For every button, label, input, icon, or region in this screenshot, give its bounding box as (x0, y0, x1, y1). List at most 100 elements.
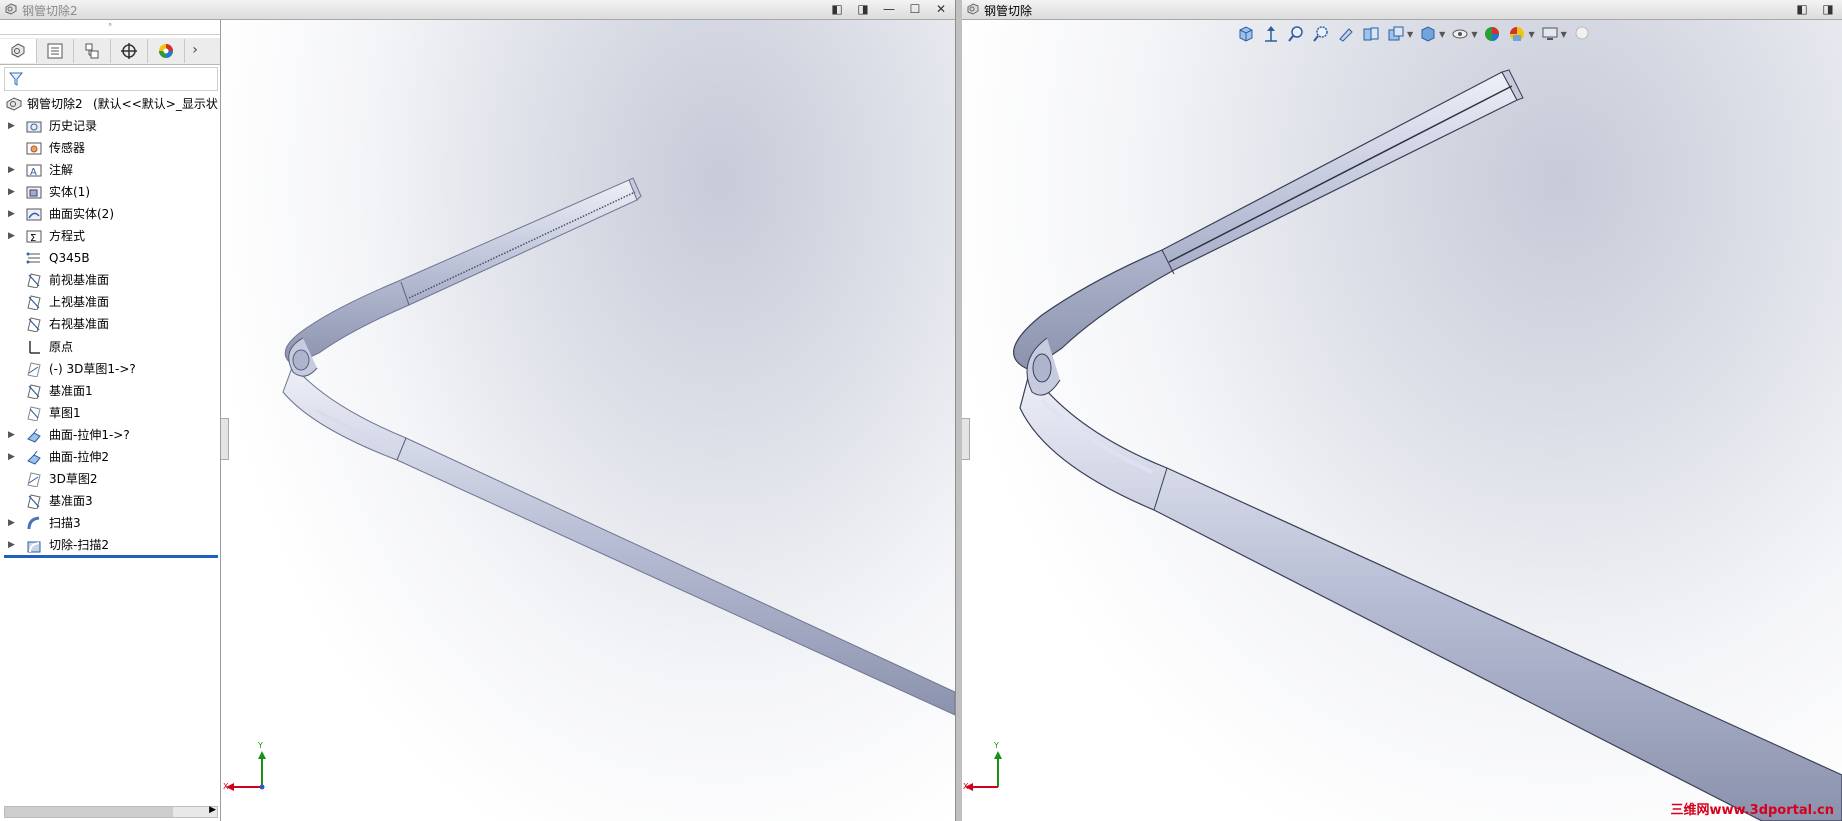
edit-appearance-icon[interactable] (1482, 24, 1502, 44)
tree-item-label: 历史记录 (49, 119, 98, 133)
left-graphics-viewport[interactable]: Y X (221, 20, 955, 821)
section-view-icon[interactable] (1336, 24, 1356, 44)
tree-item[interactable]: 传感器 (0, 137, 218, 159)
tree-item-label: 曲面-拉伸1->? (49, 427, 130, 442)
tree-item[interactable]: 基准面1 (0, 380, 218, 402)
plane-icon (27, 384, 41, 399)
sketch3d-icon (27, 472, 41, 487)
tree-item-label: 传感器 (49, 141, 86, 156)
tab-dimxpert-manager[interactable] (111, 39, 148, 63)
tree-item[interactable]: ▶ 历史记录 (0, 115, 218, 137)
dropdown-arrow-icon[interactable]: ▼ (1407, 30, 1413, 39)
tree-item[interactable]: ▶ 扫描3 (0, 512, 218, 534)
tree-item-label: 注解 (49, 163, 74, 178)
part-document-icon (967, 3, 979, 15)
tab-configuration-manager[interactable] (74, 39, 111, 63)
dropdown-arrow-icon[interactable]: ▼ (1439, 30, 1445, 39)
tree-item[interactable]: 右视基准面 (0, 313, 218, 335)
tree-item[interactable]: (-) 3D草图1->? (0, 358, 218, 380)
tab-display-manager[interactable] (148, 39, 185, 63)
cut-sweep-icon (27, 541, 41, 553)
dropdown-arrow-icon[interactable]: ▼ (1528, 30, 1534, 39)
scroll-right-icon[interactable]: ◨ (1818, 1, 1838, 17)
right-title-bar[interactable]: 钢管切除 ◧ ◨ (962, 0, 1842, 20)
left-document-window: 钢管切除2 ◧ ◨ — ☐ ✕ ∘ › 钢管切除2 (默认<<默认>_显示状态 … (0, 0, 955, 821)
triad-x-label: X (963, 782, 969, 791)
view-settings-icon[interactable] (1540, 24, 1560, 44)
tree-item[interactable]: ▶ A 注解 (0, 159, 218, 181)
tree-item-label: 上视基准面 (49, 295, 110, 310)
expand-arrow-icon[interactable]: ▶ (8, 181, 15, 203)
expand-arrow-icon[interactable]: ▶ (8, 203, 15, 225)
zoom-to-area-icon[interactable] (1311, 24, 1331, 44)
equations-icon: Σ (26, 230, 42, 244)
left-title-bar[interactable]: 钢管切除2 ◧ ◨ — ☐ ✕ (0, 0, 955, 20)
property-manager-icon (47, 43, 63, 59)
tree-item[interactable]: ▶ Σ 方程式 (0, 225, 218, 247)
view-orientation-icon[interactable] (1236, 24, 1256, 44)
sensor-icon (26, 142, 42, 155)
expand-arrow-icon[interactable]: ▶ (8, 424, 15, 446)
tree-item[interactable]: ▶ 曲面-拉伸1->? (0, 424, 218, 446)
hide-show-items-icon[interactable] (1450, 24, 1470, 44)
tree-item[interactable]: ▶ 曲面实体(2) (0, 203, 218, 225)
sketch-icon (27, 406, 41, 421)
expand-arrow-icon[interactable]: ▶ (8, 446, 15, 468)
realview-graphics-icon[interactable] (1572, 24, 1592, 44)
panel-grip[interactable]: ∘ (0, 20, 220, 35)
view-display-icon[interactable] (1386, 24, 1406, 44)
triad-y-label: Y (258, 741, 263, 750)
tree-item[interactable]: ▶ 曲面-拉伸2 (0, 446, 218, 468)
coordinate-triad (965, 751, 1002, 791)
horizontal-scrollbar[interactable]: ▶ (4, 805, 218, 818)
expand-arrow-icon[interactable]: ▶ (8, 159, 15, 181)
tree-item-label: 基准面3 (49, 493, 93, 508)
dynamic-annotation-icon[interactable] (1361, 24, 1381, 44)
tree-item[interactable]: 上视基准面 (0, 291, 218, 313)
tab-property-manager[interactable] (37, 39, 74, 63)
scrollbar-thumb[interactable] (5, 807, 173, 817)
tree-item[interactable]: 草图1 (0, 402, 218, 424)
expand-arrow-icon[interactable]: ▶ (8, 225, 15, 247)
maximize-button[interactable]: ☐ (905, 1, 925, 17)
tree-item[interactable]: 前视基准面 (0, 269, 218, 291)
color-wheel-icon (159, 44, 173, 58)
tree-item[interactable]: 3D草图2 (0, 468, 218, 490)
scroll-right-arrow-icon[interactable]: ▶ (209, 805, 216, 815)
scroll-right-icon[interactable]: ◨ (853, 1, 873, 17)
zoom-to-fit-icon[interactable] (1286, 24, 1306, 44)
tree-item-label: Q345B (49, 251, 90, 266)
previous-view-icon[interactable] (1261, 24, 1281, 44)
origin-icon (29, 340, 40, 354)
apply-scene-icon[interactable] (1507, 24, 1527, 44)
tree-item[interactable]: Q345B (0, 247, 218, 269)
expand-arrow-icon[interactable]: ▶ (8, 534, 15, 556)
expand-arrow-icon[interactable]: ▶ (8, 512, 15, 534)
tree-item[interactable]: 基准面3 (0, 490, 218, 512)
history-folder-icon (26, 121, 42, 133)
sketch3d-icon (27, 361, 41, 377)
tree-item-label: 方程式 (49, 229, 86, 244)
tree-item[interactable]: 原点 (0, 336, 218, 358)
scroll-left-icon[interactable]: ◧ (827, 1, 847, 17)
dropdown-arrow-icon[interactable]: ▼ (1471, 30, 1477, 39)
tree-item[interactable]: ▶ 实体(1) (0, 181, 218, 203)
expand-arrow-icon[interactable]: ▶ (8, 115, 15, 137)
display-style-icon[interactable] (1418, 24, 1438, 44)
tabs-more-chevron-icon[interactable]: › (185, 38, 205, 62)
minimize-button[interactable]: — (879, 1, 899, 17)
tree-root[interactable]: 钢管切除2 (默认<<默认>_显示状态 (0, 93, 218, 115)
left-window-title: 钢管切除2 (22, 4, 78, 18)
right-graphics-viewport[interactable]: ▼ ▼ ▼ ▼ ▼ Y X 三维网www.3dportal.cn (962, 20, 1842, 821)
tree-item[interactable]: ▶ 切除-扫描2 (0, 534, 218, 556)
close-button[interactable]: ✕ (931, 1, 951, 17)
filter-bar[interactable] (4, 67, 218, 91)
tree-rollback-bar[interactable] (4, 555, 218, 558)
part-icon (6, 97, 22, 111)
scroll-left-icon[interactable]: ◧ (1792, 1, 1812, 17)
plane-icon (27, 273, 41, 289)
dropdown-arrow-icon[interactable]: ▼ (1561, 30, 1567, 39)
tab-feature-tree[interactable] (0, 39, 37, 63)
tree-item-label: 实体(1) (49, 185, 90, 200)
right-window-title: 钢管切除 (984, 4, 1033, 18)
